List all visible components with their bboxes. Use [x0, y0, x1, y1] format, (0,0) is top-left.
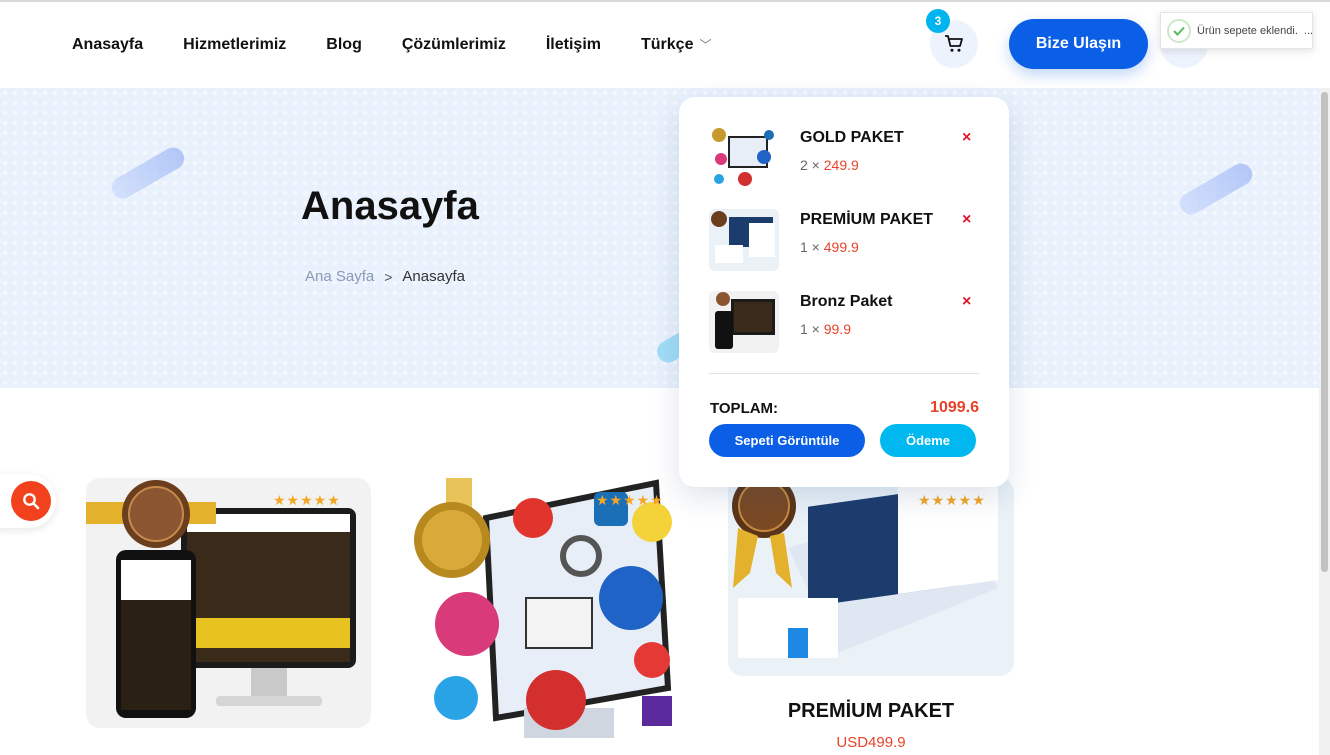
rating-stars: ★★★★★: [273, 492, 341, 508]
quantity-label: 1 ×: [800, 321, 820, 337]
nav-item-home[interactable]: Anasayfa: [72, 36, 143, 54]
cart-total-value: 1099.6: [930, 399, 979, 416]
product-image-gold[interactable]: [406, 478, 691, 748]
cart-divider: [709, 373, 979, 374]
nav-item-solutions[interactable]: Çözümlerimiz: [402, 36, 506, 54]
search-icon: [23, 493, 40, 510]
view-cart-button[interactable]: Sepeti Görüntüle: [709, 424, 865, 457]
floating-search-button[interactable]: [11, 481, 51, 521]
cart-item-quantity: 1 × 99.9: [800, 321, 851, 337]
checkout-button[interactable]: Ödeme: [880, 424, 976, 457]
breadcrumb-current: Anasayfa: [402, 268, 465, 285]
contact-button[interactable]: Bize Ulaşın: [1009, 19, 1148, 69]
main-nav: Anasayfa Hizmetlerimiz Blog Çözümlerimiz…: [72, 36, 711, 54]
language-label: Türkçe: [641, 36, 694, 53]
toast-ellipsis: ...: [1303, 24, 1313, 37]
quantity-label: 1 ×: [800, 239, 820, 255]
cart-item-quantity: 1 × 499.9: [800, 239, 859, 255]
gold-package-illustration: [414, 478, 672, 738]
product-image-bronze[interactable]: [86, 478, 371, 728]
remove-item-icon[interactable]: ×: [962, 211, 971, 229]
breadcrumb-home-link[interactable]: Ana Sayfa: [305, 268, 374, 285]
scrollbar-thumb[interactable]: [1321, 92, 1328, 572]
cart-item-name[interactable]: Bronz Paket: [800, 293, 892, 311]
cart-icon: [945, 35, 963, 52]
check-icon: [1167, 18, 1191, 43]
cart-item: GOLD PAKET 2 × 249.9 ×: [709, 127, 979, 193]
cart-item-price: 249.9: [823, 157, 859, 173]
rating-stars: ★★★★★: [918, 492, 986, 508]
cart-item: Bronz Paket 1 × 99.9 ×: [709, 291, 979, 357]
cart-item-thumbnail[interactable]: [709, 291, 779, 353]
mini-cart-dropdown: GOLD PAKET 2 × 249.9 × PREMİUM PAKET 1 ×…: [679, 97, 1009, 487]
remove-item-icon[interactable]: ×: [962, 129, 971, 147]
cart-item-name[interactable]: PREMİUM PAKET: [800, 211, 933, 229]
cart-total-label: TOPLAM:: [710, 400, 779, 417]
cart-item-price: 499.9: [823, 239, 859, 255]
product-price: USD499.9: [836, 734, 906, 751]
cart-item: PREMİUM PAKET 1 × 499.9 ×: [709, 209, 979, 275]
chevron-down-icon: ﹀: [699, 38, 712, 52]
page-title: Anasayfa: [301, 184, 479, 228]
bronze-package-illustration: [86, 480, 356, 718]
breadcrumb: Ana Sayfa > Anasayfa: [305, 268, 465, 285]
cart-item-price: 99.9: [823, 321, 851, 337]
cart-item-thumbnail[interactable]: [709, 209, 779, 271]
cart-item-thumbnail[interactable]: [709, 127, 779, 189]
nav-item-services[interactable]: Hizmetlerimiz: [183, 36, 286, 54]
rating-stars: ★★★★★: [596, 492, 664, 508]
toast-message: Ürün sepete eklendi.: [1197, 24, 1298, 37]
language-selector[interactable]: Türkçe ﹀: [641, 36, 711, 54]
page-hero: Anasayfa Ana Sayfa > Anasayfa: [0, 88, 1330, 388]
quantity-label: 2 ×: [800, 157, 820, 173]
nav-item-contact[interactable]: İletişim: [546, 36, 601, 54]
chevron-right-icon: >: [384, 268, 393, 285]
cart-item-quantity: 2 × 249.9: [800, 157, 859, 173]
nav-item-blog[interactable]: Blog: [326, 36, 362, 54]
added-to-cart-toast: Ürün sepete eklendi. ...: [1160, 12, 1313, 49]
cart-item-name[interactable]: GOLD PAKET: [800, 129, 904, 147]
cart-count-badge: 3: [926, 9, 950, 33]
product-title[interactable]: PREMİUM PAKET: [728, 700, 1014, 723]
remove-item-icon[interactable]: ×: [962, 293, 971, 311]
